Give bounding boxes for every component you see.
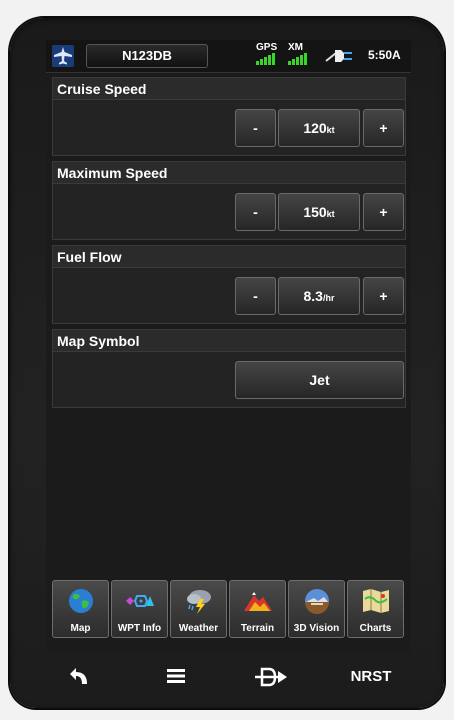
gps-signal-indicator: GPS — [254, 42, 284, 68]
gps-label: GPS — [256, 42, 278, 53]
direct-to-icon — [255, 667, 287, 687]
wpt-info-tile[interactable]: WPT Info — [111, 580, 168, 638]
gps-signal-bars — [256, 53, 275, 65]
storm-cloud-icon — [187, 590, 211, 614]
cruise-speed-unit: kt — [326, 125, 335, 135]
3d-vision-tile-label: 3D Vision — [293, 623, 340, 634]
chart-map-icon — [363, 589, 389, 613]
cruise-speed-section: Cruise Speed - 120kt + — [52, 77, 406, 156]
mountain-icon — [244, 592, 272, 611]
fuel-flow-value-button[interactable]: 8.3/hr — [278, 277, 360, 315]
maximum-speed-value-button[interactable]: 150kt — [278, 193, 360, 231]
cruise-speed-value: 120 — [303, 120, 327, 136]
terrain-tile[interactable]: Terrain — [229, 580, 286, 638]
xm-label: XM — [288, 42, 303, 53]
fuel-flow-title: Fuel Flow — [53, 246, 405, 268]
menu-icon — [167, 669, 185, 683]
clock: 5:50A — [368, 48, 401, 62]
direct-to-button[interactable] — [236, 656, 306, 698]
fuel-flow-value: 8.3 — [303, 288, 323, 304]
map-tile[interactable]: Map — [52, 580, 109, 638]
fuel-flow-section: Fuel Flow - 8.3/hr + — [52, 245, 406, 324]
cruise-speed-increase-button[interactable]: + — [363, 109, 404, 147]
map-symbol-section: Map Symbol Jet — [52, 329, 406, 408]
maximum-speed-unit: kt — [326, 209, 335, 219]
aircraft-home-icon[interactable] — [52, 45, 74, 67]
3d-vision-tile[interactable]: 3D Vision — [288, 580, 345, 638]
globe-icon — [69, 589, 93, 613]
fuel-flow-decrease-button[interactable]: - — [235, 277, 276, 315]
app-tile-bar: Map WPT Info Weather Terrain 3D Vision C… — [46, 580, 411, 640]
menu-button[interactable] — [141, 656, 211, 698]
tail-number-button[interactable]: N123DB — [86, 44, 208, 68]
power-plug-icon — [325, 50, 352, 62]
xm-signal-bars — [288, 53, 307, 65]
maximum-speed-value: 150 — [303, 204, 327, 220]
wpt-info-tile-label: WPT Info — [117, 623, 162, 634]
maximum-speed-section: Maximum Speed - 150kt + — [52, 161, 406, 240]
back-arrow-icon — [70, 668, 87, 684]
back-button[interactable] — [46, 656, 116, 698]
nrst-button[interactable]: NRST — [336, 656, 406, 698]
terrain-tile-label: Terrain — [240, 623, 275, 634]
waypoint-symbols-icon — [126, 595, 154, 607]
bottom-navigation: NRST — [46, 656, 411, 698]
charts-tile-label: Charts — [359, 623, 392, 634]
maximum-speed-increase-button[interactable]: + — [363, 193, 404, 231]
charts-tile[interactable]: Charts — [347, 580, 404, 638]
xm-signal-indicator: XM — [286, 42, 316, 68]
map-symbol-select-button[interactable]: Jet — [235, 361, 404, 399]
status-bar: N123DB GPS XM 5:50A — [46, 40, 411, 73]
weather-tile-label: Weather — [178, 623, 219, 634]
screen: N123DB GPS XM 5:50A Cruise Speed - 120kt… — [46, 40, 411, 652]
map-symbol-title: Map Symbol — [53, 330, 405, 352]
fuel-flow-unit: /hr — [322, 293, 335, 303]
cruise-speed-title: Cruise Speed — [53, 78, 405, 100]
maximum-speed-title: Maximum Speed — [53, 162, 405, 184]
cruise-speed-value-button[interactable]: 120kt — [278, 109, 360, 147]
weather-tile[interactable]: Weather — [170, 580, 227, 638]
synthetic-vision-icon — [305, 589, 329, 614]
maximum-speed-decrease-button[interactable]: - — [235, 193, 276, 231]
map-tile-label: Map — [70, 623, 91, 634]
fuel-flow-increase-button[interactable]: + — [363, 277, 404, 315]
cruise-speed-decrease-button[interactable]: - — [235, 109, 276, 147]
